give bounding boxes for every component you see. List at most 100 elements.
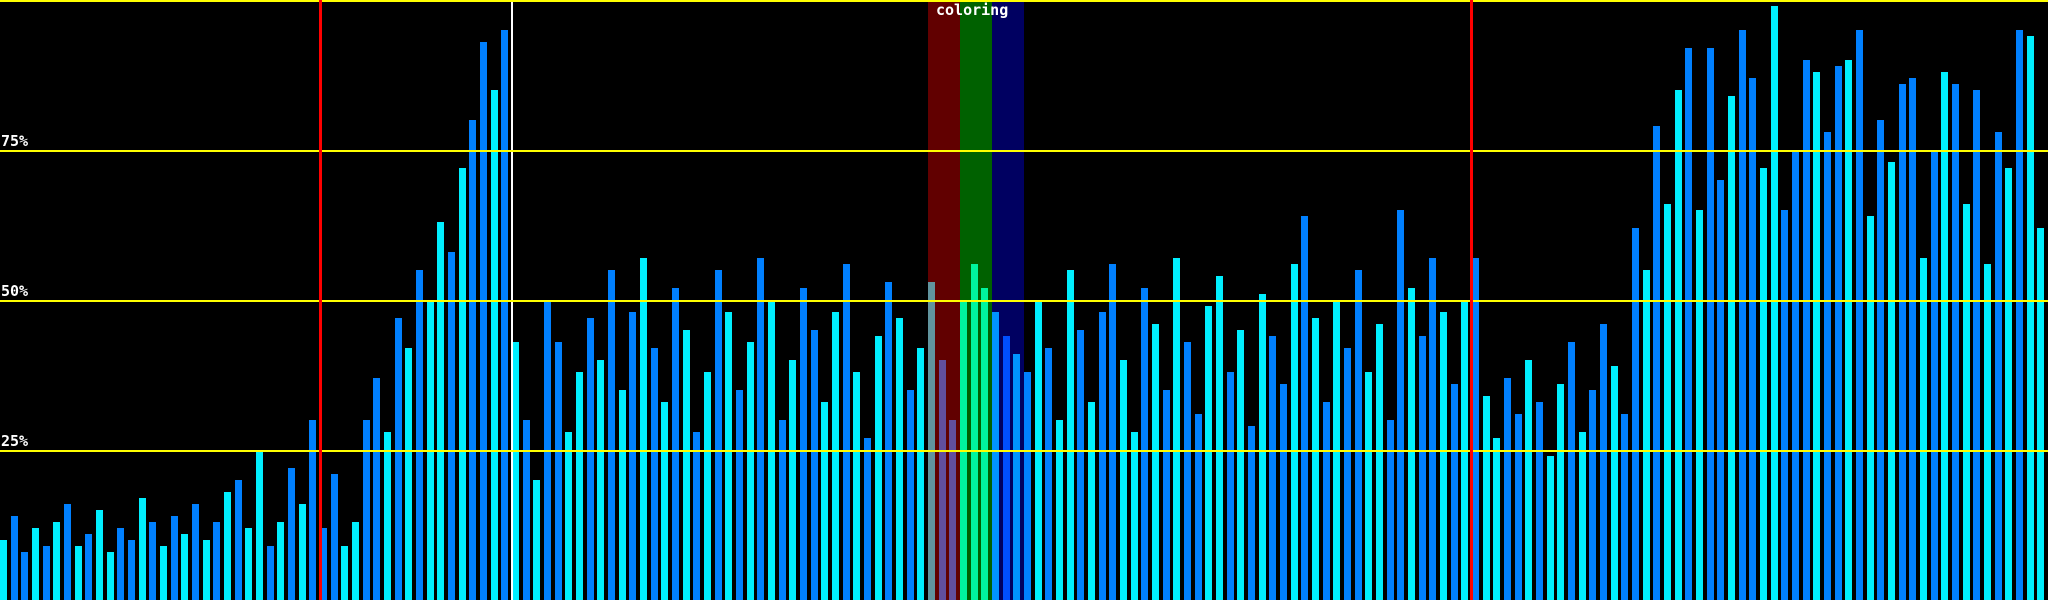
- bar: [1312, 318, 1319, 600]
- bar: [171, 516, 178, 600]
- bar: [1301, 216, 1308, 600]
- bar: [1611, 366, 1618, 600]
- bar: [2037, 228, 2044, 600]
- bar: [1397, 210, 1404, 600]
- bar: [1323, 402, 1330, 600]
- bar: [1216, 276, 1223, 600]
- bar: [1675, 90, 1682, 600]
- bar: [277, 522, 284, 600]
- bar: [1920, 258, 1927, 600]
- bar: [587, 318, 594, 600]
- bar: [469, 120, 476, 600]
- bar: [1621, 414, 1628, 600]
- bar: [352, 522, 359, 600]
- bar: [1749, 78, 1756, 600]
- bar: [1195, 414, 1202, 600]
- bar: [1931, 150, 1938, 600]
- bar: [1504, 378, 1511, 600]
- bar: [1536, 402, 1543, 600]
- bar: [693, 432, 700, 600]
- bar: [512, 342, 519, 600]
- bar: [331, 474, 338, 600]
- bar: [437, 222, 444, 600]
- bar: [1589, 390, 1596, 600]
- bar: [1685, 48, 1692, 600]
- bar: [309, 420, 316, 600]
- bar: [661, 402, 668, 600]
- bar: [1248, 426, 1255, 600]
- bar: [704, 372, 711, 600]
- bar: [832, 312, 839, 600]
- bar: [1771, 6, 1778, 600]
- bar: [501, 30, 508, 600]
- coloring-label: coloring: [936, 1, 1009, 19]
- bar: [1067, 270, 1074, 600]
- bar: [96, 510, 103, 600]
- bar: [1696, 210, 1703, 600]
- bar: [224, 492, 231, 600]
- gridline-75: [0, 150, 2048, 152]
- bar: [1237, 330, 1244, 600]
- bar: [1259, 294, 1266, 600]
- bar: [640, 258, 647, 600]
- bar: [597, 360, 604, 600]
- bar: [1429, 258, 1436, 600]
- bar: [1344, 348, 1351, 600]
- bar: [1579, 432, 1586, 600]
- bar: [1824, 132, 1831, 600]
- bar: [1269, 336, 1276, 600]
- bar: [288, 468, 295, 600]
- bar: [1472, 258, 1479, 600]
- bar: [1728, 96, 1735, 600]
- bar: [1184, 342, 1191, 600]
- bar: [448, 252, 455, 600]
- bar: [53, 522, 60, 600]
- bar: [1995, 132, 2002, 600]
- bar: [1557, 384, 1564, 600]
- bar: [875, 336, 882, 600]
- bar: [149, 522, 156, 600]
- bar: [1109, 264, 1116, 600]
- bar: [64, 504, 71, 600]
- bar: [1173, 258, 1180, 600]
- bar: [800, 288, 807, 600]
- bar: [181, 534, 188, 600]
- bar: [2016, 30, 2023, 600]
- bar: [672, 288, 679, 600]
- bar: [853, 372, 860, 600]
- bar: [1909, 78, 1916, 600]
- bar: [821, 402, 828, 600]
- bar: [576, 372, 583, 600]
- bar: [1355, 270, 1362, 600]
- bar: [203, 540, 210, 600]
- gridline-50: [0, 300, 2048, 302]
- bar: [1781, 210, 1788, 600]
- bar: [1952, 84, 1959, 600]
- bar: [384, 432, 391, 600]
- bar: [608, 270, 615, 600]
- bar: [757, 258, 764, 600]
- bar: [1024, 372, 1031, 600]
- bar: [885, 282, 892, 600]
- bar: [1387, 420, 1394, 600]
- bar: [192, 504, 199, 600]
- bar: [789, 360, 796, 600]
- bar: [1856, 30, 1863, 600]
- bar: [1131, 432, 1138, 600]
- bar: [235, 480, 242, 600]
- bar: [1867, 216, 1874, 600]
- bar: [523, 420, 530, 600]
- bar: [533, 480, 540, 600]
- bar: [1568, 342, 1575, 600]
- bar: [1280, 384, 1287, 600]
- histogram-view: 75% 50% 25% coloring: [0, 0, 2048, 600]
- bar: [85, 534, 92, 600]
- bar: [299, 504, 306, 600]
- bar: [395, 318, 402, 600]
- bar: [1717, 180, 1724, 600]
- bar: [1653, 126, 1660, 600]
- bar: [1451, 384, 1458, 600]
- bar: [864, 438, 871, 600]
- bar: [736, 390, 743, 600]
- bar: [1120, 360, 1127, 600]
